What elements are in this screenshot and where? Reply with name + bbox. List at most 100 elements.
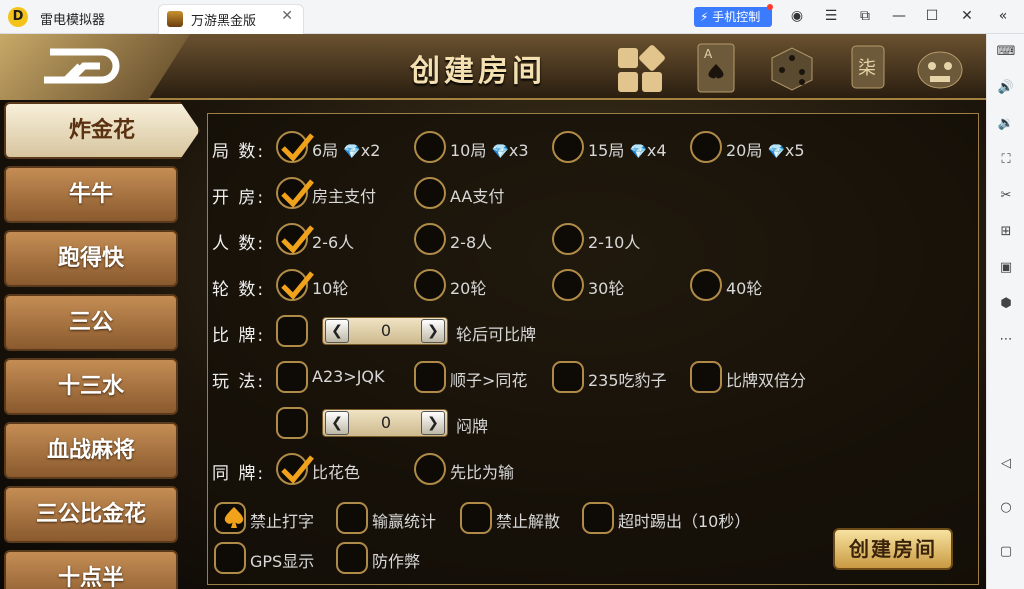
players-option-2-checkbox[interactable] — [552, 223, 584, 255]
nav-item-shisanshui[interactable]: 十三水 — [4, 358, 178, 415]
same-cards-label: 同 牌: — [212, 464, 266, 484]
compare-checkbox[interactable] — [276, 315, 308, 347]
tab-label: 万游黑金版 — [191, 14, 257, 29]
nav-item-paodekuai[interactable]: 跑得快 — [4, 230, 178, 287]
play-option-3-checkbox[interactable] — [690, 361, 722, 393]
blind-rounds-value: 0 — [380, 413, 392, 432]
extra-option-2-checkbox[interactable] — [460, 502, 492, 534]
rounds-option-2-checkbox[interactable] — [552, 131, 584, 163]
same-option-0-checkbox[interactable] — [276, 453, 314, 485]
play-label: 玩 法: — [212, 372, 266, 392]
phone-control-label: 手机控制 — [712, 10, 761, 24]
extra-option-4-checkbox[interactable] — [214, 542, 246, 574]
rounds-option-3: 20局 💎x5 — [726, 137, 805, 161]
rounds-option-0-checkbox[interactable] — [276, 131, 314, 163]
keyboard-icon[interactable]: ⌨ — [994, 42, 1018, 62]
decrement-button[interactable]: ❮ — [325, 319, 349, 343]
rounds-option-0-label: 6局 — [312, 141, 339, 160]
page-title: 创建房间 — [410, 54, 546, 89]
volume-down-icon[interactable]: 🔉 — [994, 114, 1018, 134]
turns-option-3-checkbox[interactable] — [690, 269, 722, 301]
extra-option-4: GPS显示 — [250, 552, 315, 571]
players-label: 人 数: — [212, 234, 266, 254]
increment-button[interactable]: ❯ — [421, 319, 445, 343]
more-games-icon[interactable] — [614, 42, 666, 94]
extra-option-2: 禁止解散 — [496, 512, 561, 531]
add-icon[interactable]: ⊞ — [994, 222, 1018, 242]
play-option-0: A23>JQK — [312, 367, 385, 386]
rounds-option-1: 10局 💎x3 — [450, 137, 529, 161]
create-room-button[interactable]: 创建房间 — [833, 528, 953, 570]
increment-button[interactable]: ❯ — [421, 411, 445, 435]
same-option-0: 比花色 — [312, 463, 361, 482]
emulator-logo-icon: D — [8, 7, 28, 27]
extra-option-0-checkbox[interactable] — [214, 502, 246, 534]
scissors-icon[interactable]: ✂ — [994, 186, 1018, 206]
home-nav-icon[interactable]: ○ — [994, 498, 1018, 518]
mahjong-tile-icon[interactable]: 柒 — [842, 42, 894, 94]
play-option-1-checkbox[interactable] — [414, 361, 446, 393]
check-icon — [281, 455, 314, 484]
lion-head-icon[interactable] — [914, 42, 966, 94]
play-option-1: 顺子>同花 — [450, 371, 528, 390]
extra-option-3-checkbox[interactable] — [582, 502, 614, 534]
app-name: 雷电模拟器 — [40, 13, 106, 28]
tab-game[interactable]: 万游黑金版 ✕ — [158, 4, 304, 34]
menu-icon[interactable]: ☰ — [821, 8, 841, 24]
play-option-2-checkbox[interactable] — [552, 361, 584, 393]
back-nav-icon[interactable]: ◁ — [994, 454, 1018, 474]
collapse-sidebar-icon[interactable]: « — [993, 8, 1013, 24]
nav-item-niuniu[interactable]: 牛牛 — [4, 166, 178, 223]
volume-up-icon[interactable]: 🔊 — [994, 78, 1018, 98]
rounds-cost-0: x2 — [360, 141, 381, 160]
more-icon[interactable]: ⋯ — [994, 330, 1018, 350]
account-icon[interactable]: ◉ — [787, 8, 807, 24]
rounds-cost-1: x3 — [508, 141, 529, 160]
close-window-icon[interactable]: ✕ — [957, 8, 977, 24]
apk-icon[interactable]: ▣ — [994, 258, 1018, 278]
compare-rounds-value: 0 — [380, 321, 392, 340]
rounds-cost-2: x4 — [646, 141, 667, 160]
blind-suffix-label: 闷牌 — [456, 417, 489, 436]
title-bar: D 雷电模拟器 万游黑金版 ✕ ⚡ 手机控制 ◉ ☰ ⧉ — ☐ ✕ « — [0, 0, 1024, 34]
players-option-0-checkbox[interactable] — [276, 223, 314, 255]
extra-option-5-checkbox[interactable] — [336, 542, 368, 574]
back-arrow-icon — [44, 48, 120, 84]
sync-icon[interactable]: ⧉ — [855, 8, 875, 24]
room-pay-option-0-checkbox[interactable] — [276, 177, 314, 209]
room-pay-option-1-checkbox[interactable] — [414, 177, 446, 209]
minimize-icon[interactable]: — — [889, 8, 909, 24]
turns-option-2-checkbox[interactable] — [552, 269, 584, 301]
nav-item-shidianban[interactable]: 十点半 — [4, 550, 178, 589]
diamond-icon: 💎 — [629, 144, 647, 160]
decrement-button[interactable]: ❮ — [325, 411, 349, 435]
maximize-icon[interactable]: ☐ — [922, 8, 942, 24]
room-pay-option-1: AA支付 — [450, 187, 505, 206]
nav-item-zhajinhua[interactable]: 炸金花 — [4, 102, 200, 159]
turns-option-0-checkbox[interactable] — [276, 269, 314, 301]
same-option-1-checkbox[interactable] — [414, 453, 446, 485]
back-button[interactable] — [0, 34, 190, 100]
compare-rounds-stepper: ❮ 0 ❯ — [322, 317, 448, 345]
dice-icon[interactable] — [766, 42, 818, 94]
rounds-option-3-checkbox[interactable] — [690, 131, 722, 163]
fullscreen-icon[interactable]: ⛶ — [994, 150, 1018, 170]
turns-option-1-checkbox[interactable] — [414, 269, 446, 301]
blind-rounds-stepper: ❮ 0 ❯ — [322, 409, 448, 437]
phone-control-button[interactable]: ⚡ 手机控制 — [694, 7, 772, 27]
close-tab-icon[interactable]: ✕ — [281, 8, 293, 24]
room-options-panel: 局 数: 6局 💎x2 10局 💎x3 15局 💎x4 20局 💎x5 开 房:… — [207, 113, 979, 585]
settings-icon[interactable]: ⬢ — [994, 294, 1018, 314]
recent-nav-icon[interactable]: ▢ — [994, 542, 1018, 562]
rounds-option-1-checkbox[interactable] — [414, 131, 446, 163]
nav-item-sangong[interactable]: 三公 — [4, 294, 178, 351]
poker-card-icon[interactable]: A — [690, 42, 742, 94]
nav-item-sangong-bijinhua[interactable]: 三公比金花 — [4, 486, 178, 543]
blind-checkbox[interactable] — [276, 407, 308, 439]
players-option-1-checkbox[interactable] — [414, 223, 446, 255]
compare-suffix-label: 轮后可比牌 — [456, 325, 537, 344]
nav-item-xuezhan-majiang[interactable]: 血战麻将 — [4, 422, 178, 479]
turns-label: 轮 数: — [212, 280, 266, 300]
play-option-0-checkbox[interactable] — [276, 361, 308, 393]
extra-option-1-checkbox[interactable] — [336, 502, 368, 534]
